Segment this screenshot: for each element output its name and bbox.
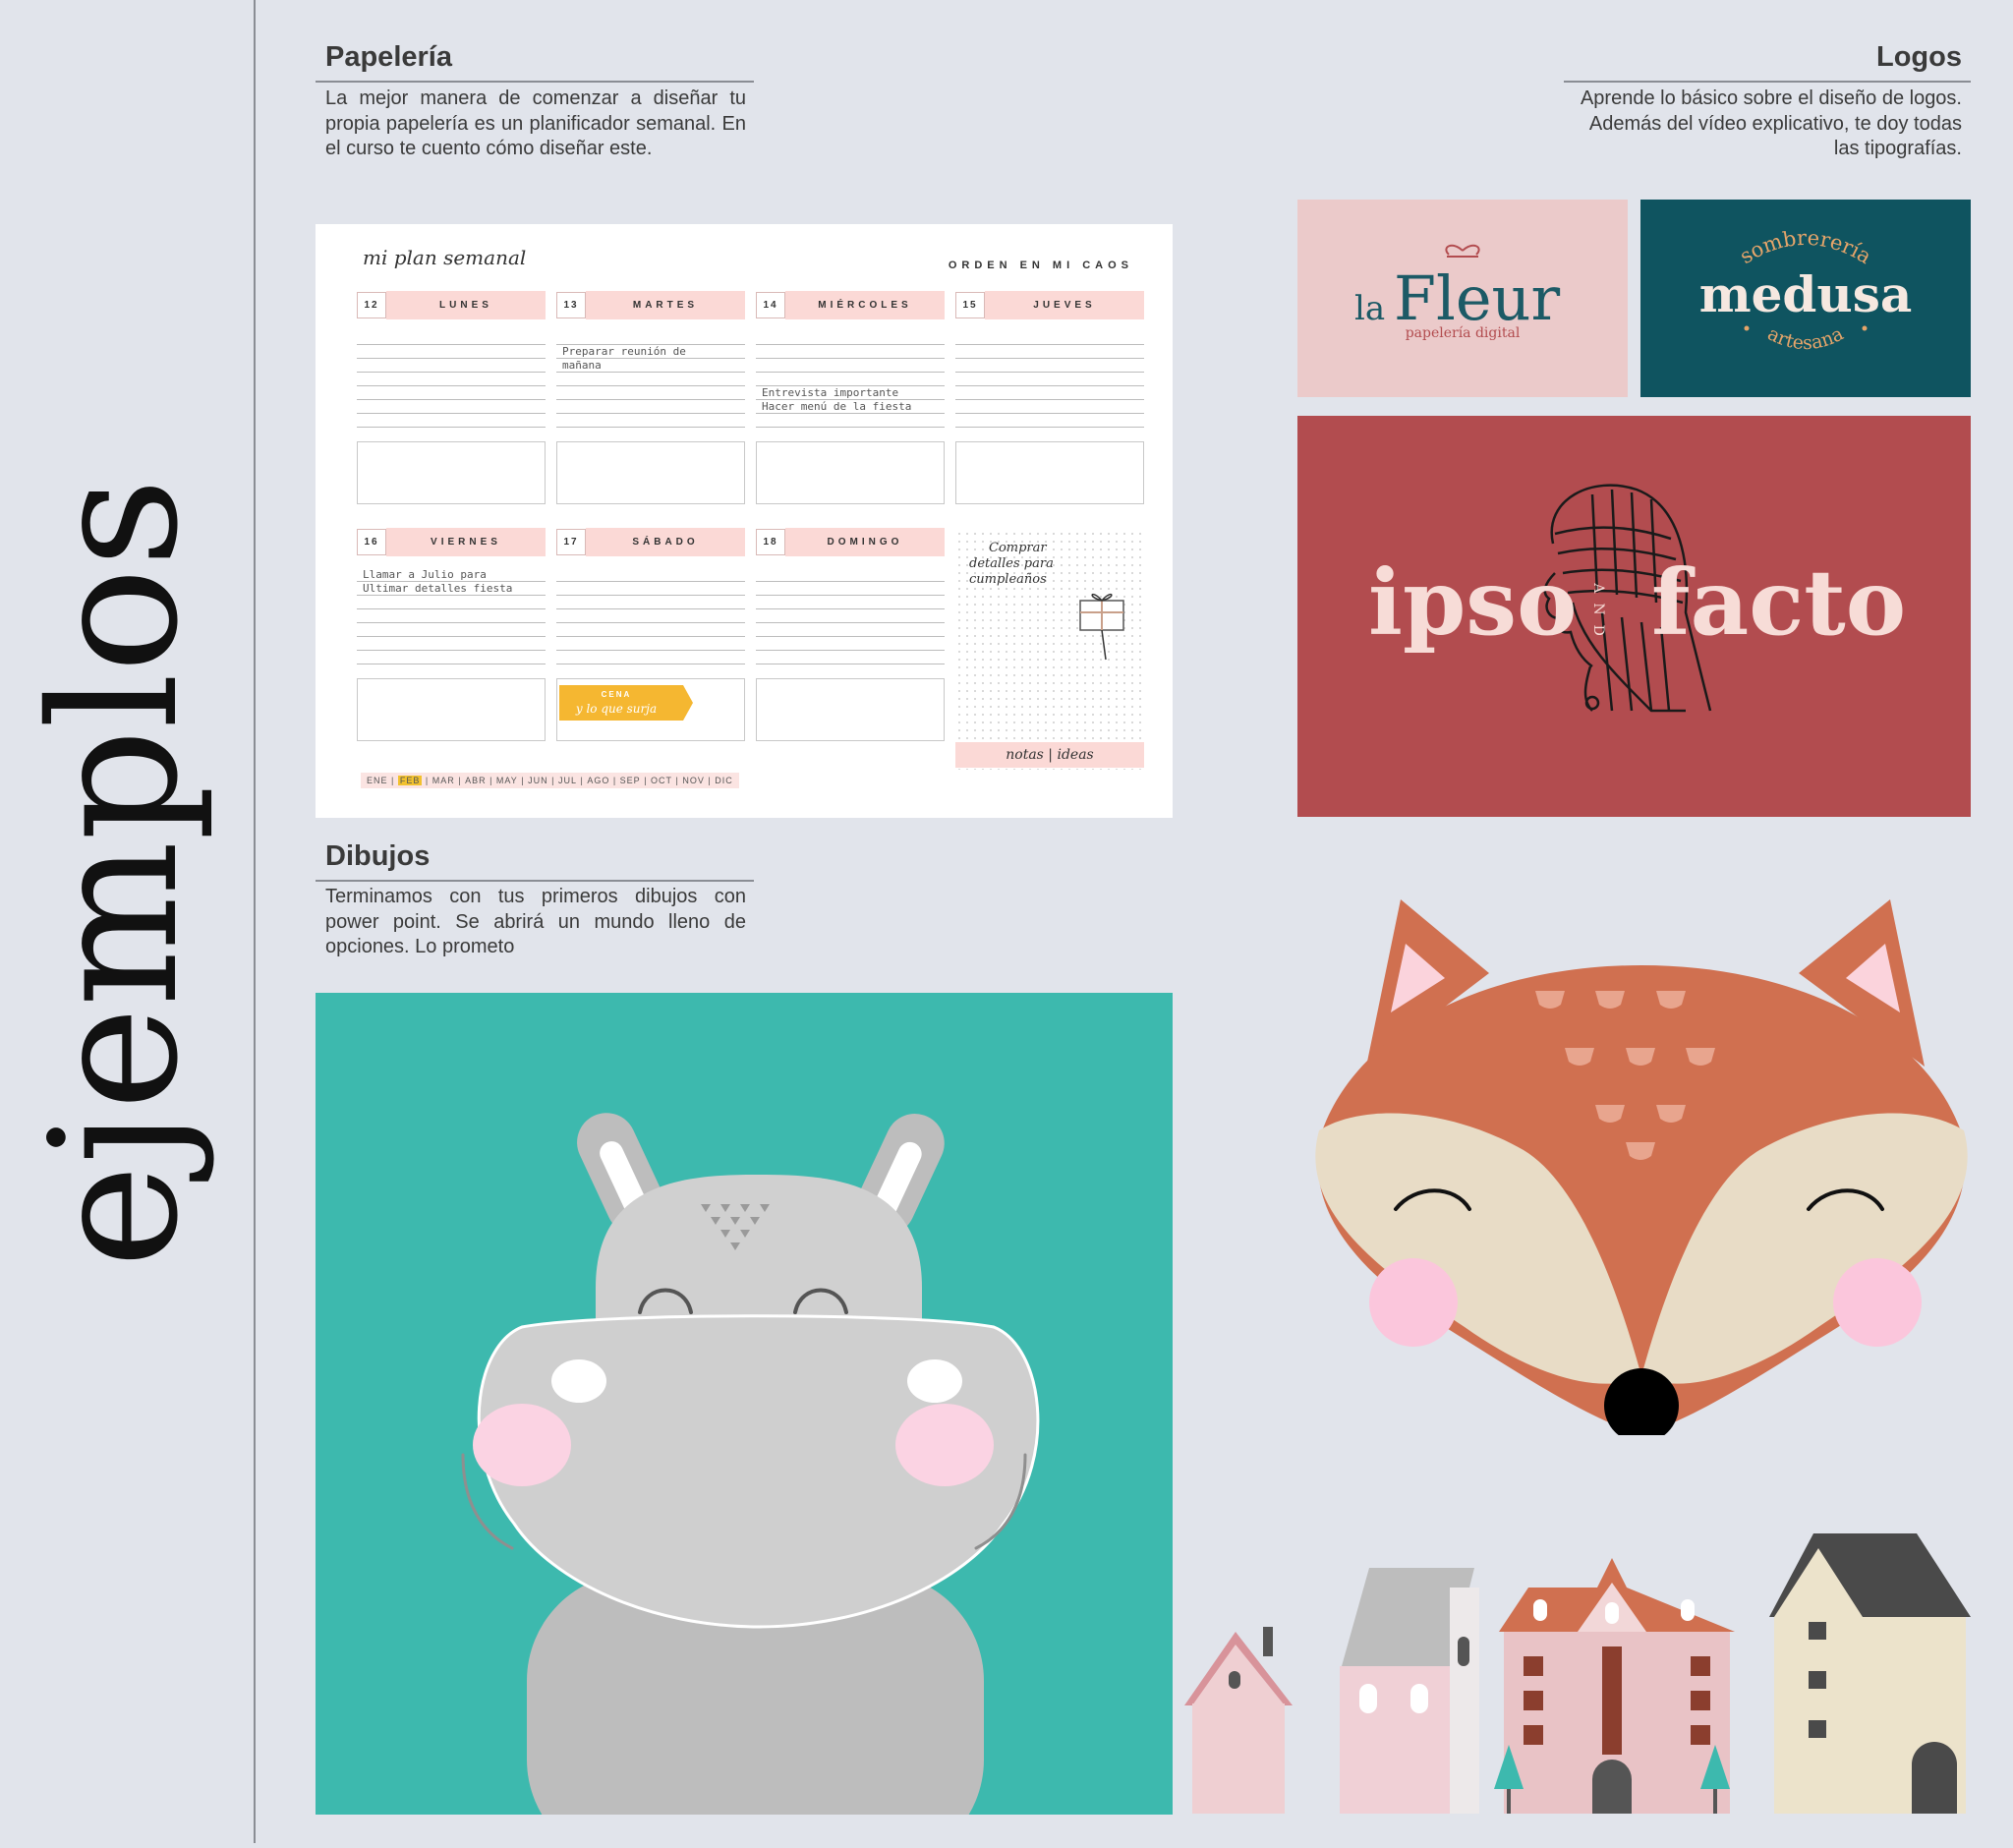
day-viernes: 16 VIERNES Llamar a Julio para Ultimar det… xyxy=(357,528,546,741)
day-box xyxy=(955,441,1144,504)
sidebar-title: ejemplos xyxy=(0,0,254,1843)
notas-ideas-label: notas | ideas xyxy=(955,742,1144,768)
day-jueves: 15 JUEVES xyxy=(955,291,1144,504)
planner-title: mi plan semanal xyxy=(363,246,527,269)
day-lines xyxy=(756,568,945,664)
day-martes: 13 MARTES Preparar reunión de mañana xyxy=(556,291,745,504)
lafleur-fleur: Fleur xyxy=(1394,262,1560,334)
months-bar: ENE | FEB | MAR | ABR | MAY | JUN | JUL … xyxy=(361,773,739,788)
sidebar-divider xyxy=(254,0,256,1843)
month: MAR xyxy=(431,776,455,785)
day-number: 13 xyxy=(556,292,586,318)
day-box xyxy=(357,441,546,504)
sticky-line2: detalles para xyxy=(969,556,1054,571)
sidebar-title-text: ejemplos xyxy=(13,478,216,1268)
planner-brand: ORDEN EN MI CAOS xyxy=(948,260,1133,271)
planner-note: Llamar a Julio para xyxy=(363,568,487,581)
month: JUN xyxy=(528,776,548,785)
hippo-illustration xyxy=(316,993,1173,1815)
day-name: JUEVES xyxy=(985,291,1144,319)
planner-note: Hacer menú de la fiesta xyxy=(762,400,912,413)
lafleur-la: la xyxy=(1354,289,1385,328)
month: JUL xyxy=(557,776,577,785)
day-lines: Preparar reunión de mañana xyxy=(556,331,745,428)
logo-lafleur: la Fleur papelería digital xyxy=(1297,200,1628,397)
month: OCT xyxy=(651,776,673,785)
month: AGO xyxy=(587,776,610,785)
day-lines: Entrevista importante Hacer menú de la fi… xyxy=(756,331,945,428)
day-name: DOMINGO xyxy=(785,528,945,556)
month: NOV xyxy=(682,776,705,785)
day-lunes: 12 LUNES xyxy=(357,291,546,504)
day-number: 16 xyxy=(357,529,386,555)
planner-note: Entrevista importante xyxy=(762,386,899,399)
logo-medusa: sombrerería medusa artesana xyxy=(1640,200,1971,397)
sticky-note: Comprar detalles para cumpleaños xyxy=(969,541,1054,588)
month: SEP xyxy=(619,776,641,785)
medusa-name: medusa xyxy=(1699,265,1913,323)
gift-icon xyxy=(1079,593,1124,661)
day-name: SÁBADO xyxy=(586,528,745,556)
day-name: LUNES xyxy=(386,291,546,319)
day-number: 15 xyxy=(955,292,985,318)
day-lines xyxy=(556,568,745,664)
day-name: MARTES xyxy=(586,291,745,319)
month: DIC xyxy=(715,776,733,785)
dibujos-title: Dibujos xyxy=(325,840,431,872)
dibujos-rule xyxy=(316,880,754,882)
ribbon-banner: CENA y lo que surja xyxy=(559,685,693,721)
ribbon-line2: y lo que surja xyxy=(575,702,657,716)
papeleria-title: Papelería xyxy=(325,41,452,73)
sticky-line3: cumpleaños xyxy=(969,572,1047,587)
day-miercoles: 14 MIÉRCOLES Entrevista importante Hacer m… xyxy=(756,291,945,504)
planner-note: Preparar reunión de xyxy=(562,345,686,358)
dibujos-text: Terminamos con tus primeros dibujos con … xyxy=(325,886,746,957)
month-selected: FEB xyxy=(397,776,423,785)
ipso-and: AND xyxy=(1590,582,1606,646)
planner-note: mañana xyxy=(562,359,602,372)
day-domingo: 18 DOMINGO xyxy=(756,528,945,741)
day-box: CENA y lo que surja xyxy=(556,678,745,741)
day-box xyxy=(756,678,945,741)
medusa-bottom: artesana xyxy=(1764,323,1847,355)
day-number: 17 xyxy=(556,529,586,555)
day-number: 14 xyxy=(756,292,785,318)
fox-illustration xyxy=(1315,899,1968,1435)
day-sabado: 17 SÁBADO CENA y lo que surja xyxy=(556,528,745,741)
logos-rule xyxy=(1564,81,1971,83)
logo-ipso-facto: ipso facto AND xyxy=(1297,416,1971,817)
day-lines xyxy=(357,331,546,428)
ribbon-line1: CENA xyxy=(602,690,632,699)
day-box xyxy=(357,678,546,741)
month: MAY xyxy=(495,776,518,785)
lafleur-tagline: papelería digital xyxy=(1406,325,1521,341)
ipso-left: ipso xyxy=(1368,549,1577,656)
planner-note: Ultimar detalles fiesta xyxy=(363,582,513,595)
logos-title: Logos xyxy=(1876,41,1962,73)
day-name: VIERNES xyxy=(386,528,546,556)
houses-illustration xyxy=(1184,1533,1971,1814)
day-box xyxy=(556,441,745,504)
logos-text: Aprende lo básico sobre el diseño de log… xyxy=(1580,87,1962,159)
day-lines xyxy=(955,331,1144,428)
day-number: 12 xyxy=(357,292,386,318)
ipso-right: facto xyxy=(1651,549,1906,656)
sticky-line1: Comprar xyxy=(989,541,1047,555)
month: ENE xyxy=(367,776,388,785)
day-name: MIÉRCOLES xyxy=(785,291,945,319)
papeleria-rule xyxy=(316,81,754,83)
day-number: 18 xyxy=(756,529,785,555)
day-lines: Llamar a Julio para Ultimar detalles fies… xyxy=(357,568,546,664)
day-box xyxy=(756,441,945,504)
papeleria-text: La mejor manera de comenzar a diseñar tu… xyxy=(325,87,746,159)
weekly-planner-image: mi plan semanal ORDEN EN MI CAOS 12 LUNES… xyxy=(316,224,1173,818)
medusa-top: sombrerería xyxy=(1736,226,1875,268)
month: ABR xyxy=(465,776,487,785)
